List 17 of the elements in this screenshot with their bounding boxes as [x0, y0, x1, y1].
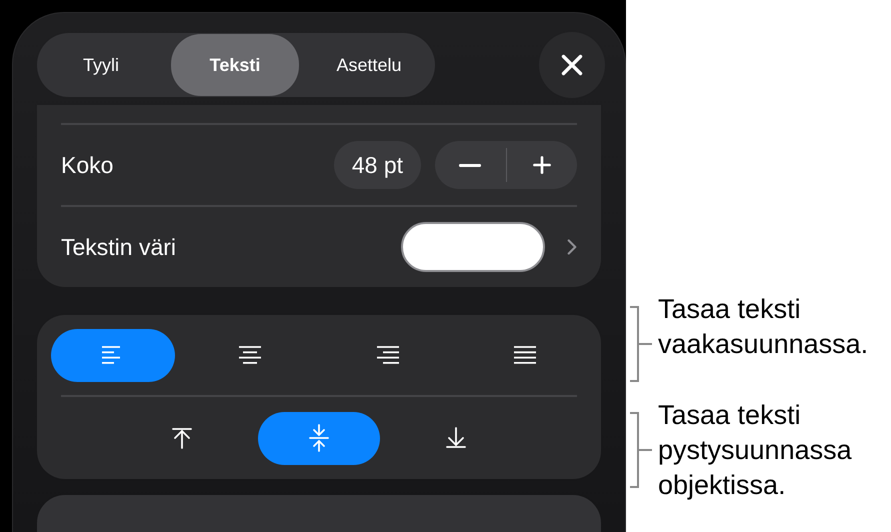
align-right-icon [374, 344, 401, 366]
align-top-icon [171, 427, 194, 449]
align-center-icon [237, 344, 264, 366]
size-label: Koko [61, 152, 114, 178]
callout-text: Tasaa teksti pystysuunnassa objektissa. [658, 399, 853, 502]
tab[interactable]: Teksti [171, 34, 299, 96]
align-middle-icon [308, 424, 330, 452]
align-bottom-icon [444, 427, 467, 449]
minus-icon [459, 164, 482, 166]
align-justify-icon [512, 344, 538, 366]
size-value: 48 pt [334, 141, 421, 189]
color-swatch[interactable] [401, 222, 545, 272]
text-color-label: Tekstin väri [61, 234, 178, 260]
horizontal-align-button[interactable] [51, 328, 174, 382]
tab[interactable]: Asettelu [305, 34, 433, 96]
tab[interactable]: Tyyli [37, 34, 165, 96]
callout-text: Tasaa teksti vaakasuunnassa. [658, 293, 870, 361]
